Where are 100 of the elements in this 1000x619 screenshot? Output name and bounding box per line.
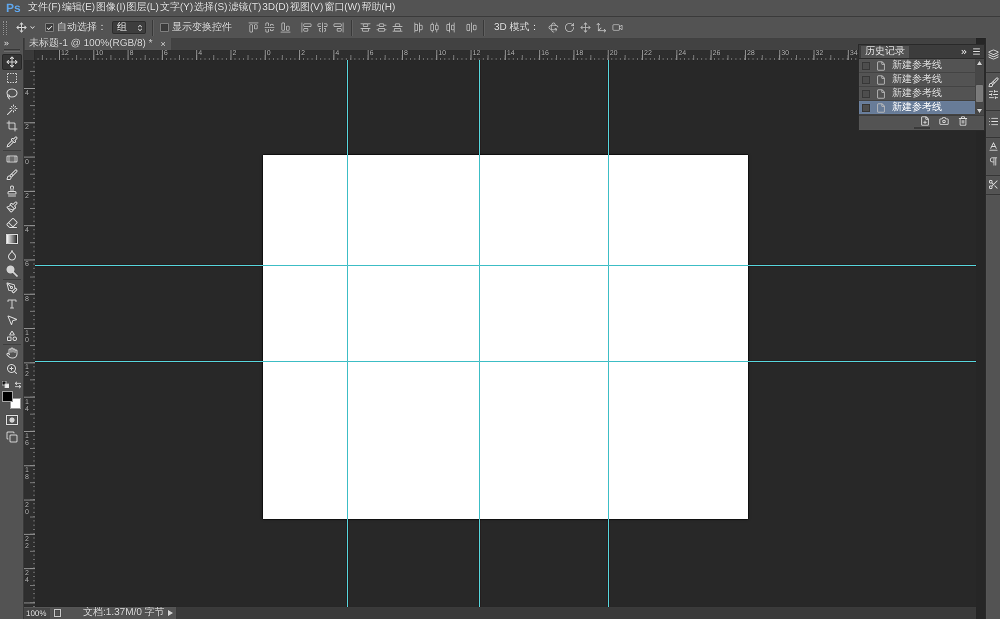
triangle-arrow-icon[interactable] <box>168 610 173 616</box>
app-logo: Ps <box>6 1 22 15</box>
history-label: 新建参考线 <box>892 102 942 114</box>
align-top-icon[interactable] <box>248 22 259 33</box>
arrow-down-icon[interactable] <box>977 109 982 113</box>
trash-icon[interactable] <box>958 116 968 126</box>
brush-icon[interactable] <box>988 77 999 88</box>
caret-icon <box>29 24 36 31</box>
scrollbar-thumb[interactable] <box>976 85 983 102</box>
distribute-top-icon[interactable] <box>360 22 371 33</box>
menu-item[interactable]: 文字(Y) <box>160 1 194 15</box>
move-arrows-icon[interactable] <box>580 22 591 33</box>
pointer-icon <box>6 314 18 326</box>
document-icon <box>876 60 886 70</box>
menu-icon[interactable] <box>972 47 981 56</box>
pen-nib-icon <box>6 282 18 294</box>
circle-in-square-icon[interactable] <box>6 415 18 425</box>
distribute-middle-icon[interactable] <box>376 22 387 33</box>
menu-item[interactable]: 帮助(H) <box>361 1 396 15</box>
history-item[interactable]: 新建参考线 <box>859 87 975 101</box>
swap-arrows-icon[interactable] <box>14 380 22 388</box>
rotate-3d-icon[interactable] <box>548 22 559 33</box>
auto-select-checkbox[interactable] <box>45 23 54 32</box>
updown-caret-icon <box>136 24 144 32</box>
menu-item[interactable]: 选择(S) <box>194 1 228 15</box>
video-camera-icon[interactable] <box>612 22 623 33</box>
grip-handle[interactable] <box>3 20 7 34</box>
move-icon <box>6 56 18 68</box>
panel-tab[interactable]: 历史记录 <box>861 46 909 58</box>
history-item[interactable]: 新建参考线 <box>859 59 975 73</box>
sliders-icon[interactable] <box>988 89 999 100</box>
show-transform-label: 显示变换控件 <box>172 22 232 34</box>
rotate-arrow-icon[interactable] <box>564 22 575 33</box>
bandage-icon <box>6 153 18 165</box>
layers-icon[interactable] <box>988 49 999 60</box>
distribute-right-icon[interactable] <box>445 22 456 33</box>
scrollbar[interactable] <box>975 59 984 115</box>
history-source-box[interactable] <box>862 104 870 112</box>
history-label: 新建参考线 <box>892 88 942 100</box>
menu-item[interactable]: 3D(D) <box>262 1 290 15</box>
distribute-left-icon[interactable] <box>413 22 424 33</box>
zoom-field[interactable]: 100% <box>24 608 50 618</box>
menu-item[interactable]: 视图(V) <box>290 1 324 15</box>
dashed-square-icon <box>6 72 18 84</box>
close-tab-button[interactable]: × <box>160 39 167 49</box>
scissors-icon[interactable] <box>988 179 999 190</box>
align-left-icon[interactable] <box>301 22 312 33</box>
document-icon <box>876 74 886 84</box>
history-item[interactable]: 新建参考线 <box>859 73 975 87</box>
distribute-bottom-icon[interactable] <box>392 22 403 33</box>
align-center-icon[interactable] <box>317 22 328 33</box>
paintbrush-icon <box>6 201 18 213</box>
history-label: 新建参考线 <box>892 60 942 72</box>
menu-item[interactable]: 图层(L) <box>126 1 160 15</box>
menu-item[interactable]: 滤镜(T) <box>228 1 262 15</box>
document-tab[interactable]: 未标题-1 @ 100%(RGB/8) * × <box>25 38 171 50</box>
history-item[interactable]: 新建参考线 <box>859 101 975 115</box>
shapes-icon <box>6 330 18 342</box>
file-plus-icon[interactable] <box>920 116 930 126</box>
text-icon <box>6 298 18 310</box>
mode-3d-label: 3D 模式： <box>494 22 540 34</box>
eyedropper-icon <box>6 136 18 148</box>
stacked-squares-icon[interactable] <box>6 431 18 443</box>
lasso-icon <box>6 88 18 100</box>
auto-align-icon[interactable] <box>466 22 477 33</box>
zoom-icon <box>6 363 18 375</box>
axes-arrows-icon[interactable] <box>596 22 607 33</box>
history-label: 新建参考线 <box>892 74 942 86</box>
menu-item[interactable]: 编辑(E) <box>62 1 96 15</box>
menu-item[interactable]: 文件(F) <box>28 1 62 15</box>
align-bottom-icon[interactable] <box>280 22 291 33</box>
distribute-center-icon[interactable] <box>429 22 440 33</box>
baseline-letter-icon[interactable] <box>988 141 999 152</box>
camera-icon[interactable] <box>939 116 949 126</box>
move-icon <box>16 22 27 33</box>
pilcrow-icon[interactable] <box>988 156 999 167</box>
align-middle-icon[interactable] <box>264 22 275 33</box>
lollipop-icon <box>6 265 18 277</box>
hand-icon <box>6 347 18 359</box>
gradient-icon <box>6 234 18 244</box>
document-icon <box>876 88 886 98</box>
menu-item[interactable]: 图像(I) <box>96 1 127 15</box>
list-icon[interactable] <box>988 116 999 127</box>
tool-button[interactable] <box>2 54 22 70</box>
check-icon <box>46 24 53 32</box>
menu-item[interactable]: 窗口(W) <box>324 1 362 15</box>
target-dropdown[interactable]: 组 <box>112 21 146 34</box>
droplet-icon <box>6 249 18 261</box>
foreground-color-swatch[interactable] <box>2 391 13 402</box>
show-transform-checkbox[interactable] <box>160 23 169 32</box>
double-chevron-icon[interactable] <box>960 48 968 56</box>
rectangle-outline-icon[interactable] <box>54 609 61 617</box>
default-colors-icon[interactable] <box>2 381 8 388</box>
document-info: 文档:1.37M/0 字节 <box>83 607 165 619</box>
double-chevron-icon[interactable] <box>3 40 10 47</box>
document-icon <box>876 102 886 112</box>
align-right-icon[interactable] <box>333 22 344 33</box>
auto-select-label: 自动选择： <box>57 22 107 34</box>
background-color-swatch[interactable] <box>10 398 21 409</box>
arrow-up-icon[interactable] <box>977 61 982 65</box>
